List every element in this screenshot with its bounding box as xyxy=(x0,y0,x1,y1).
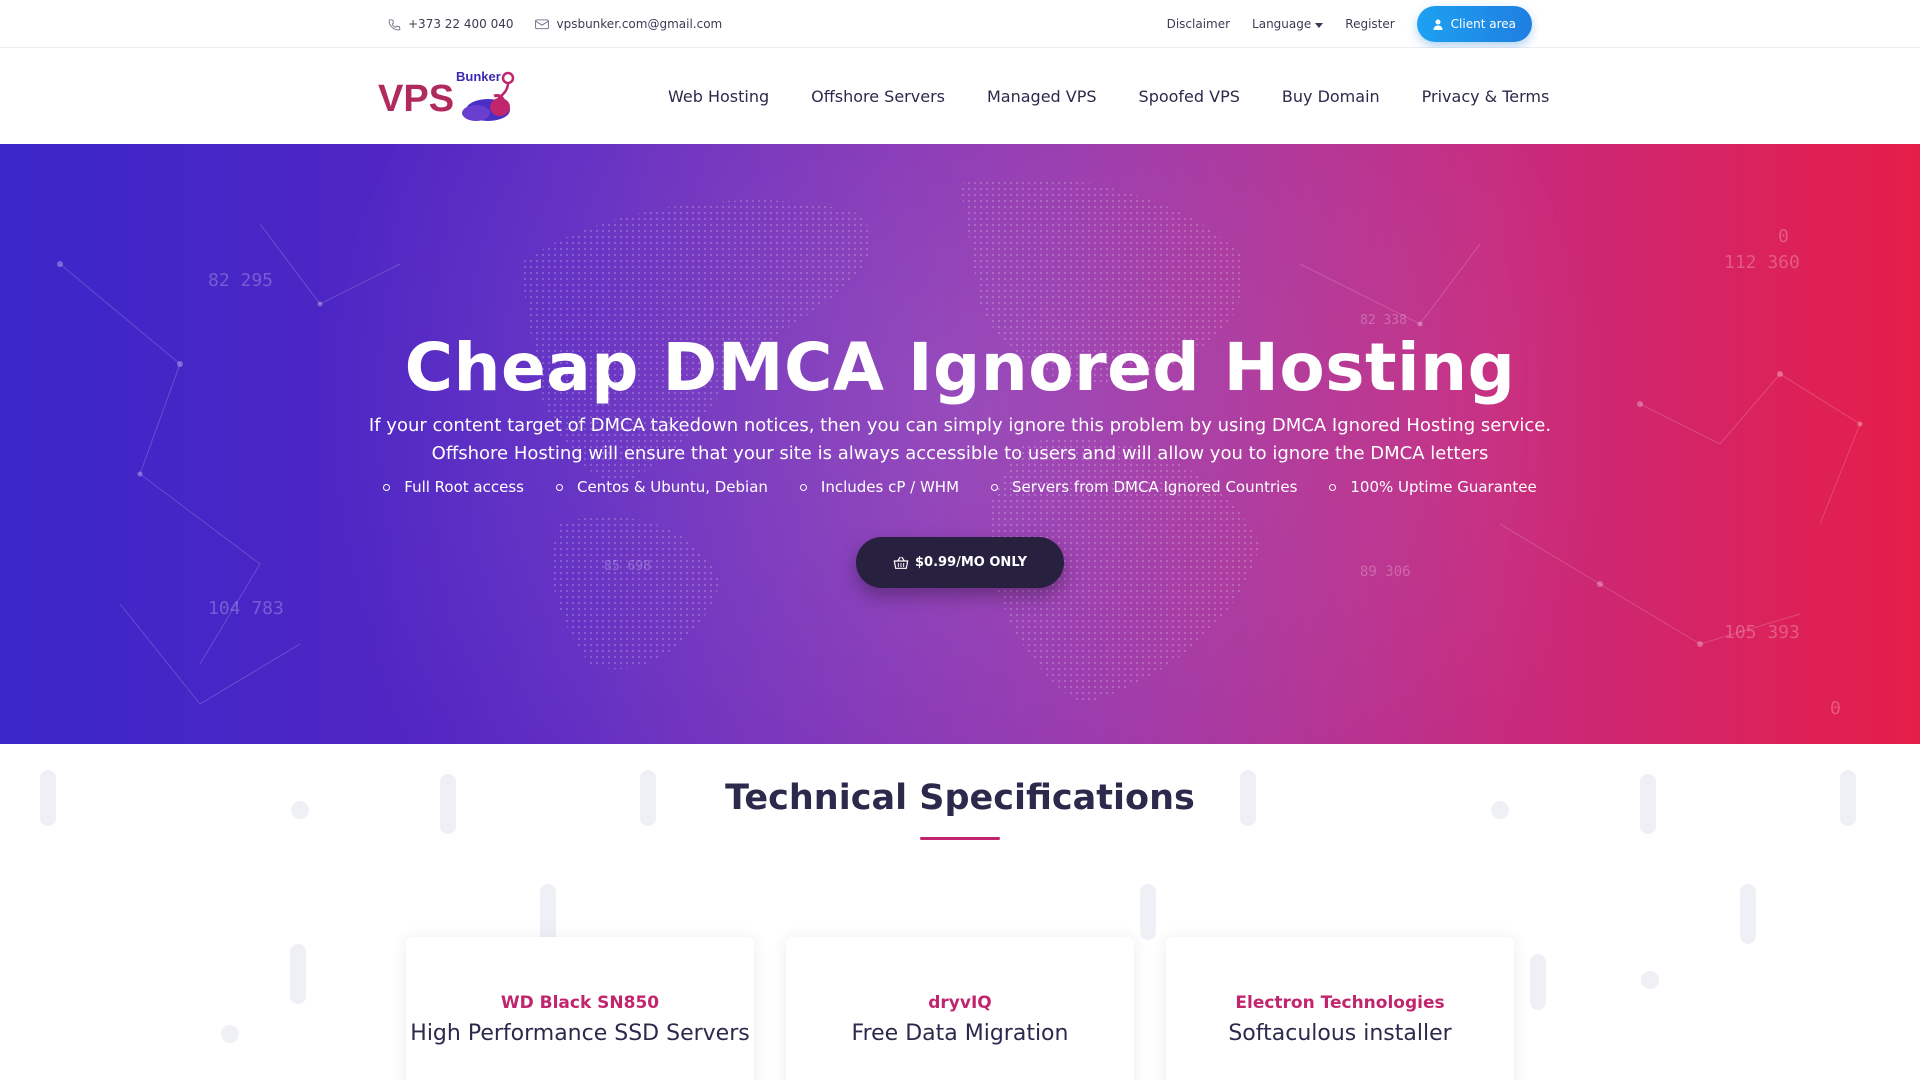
price-cta-button[interactable]: $0.99/MO ONLY xyxy=(856,537,1064,588)
bg-number: 0 xyxy=(1778,226,1789,247)
feature-item: Centos & Ubuntu, Debian xyxy=(555,478,768,496)
phone-contact[interactable]: +373 22 400 040 xyxy=(388,17,513,31)
spec-card[interactable]: WD Black SN850 High Performance SSD Serv… xyxy=(406,937,754,1080)
spec-card-title: High Performance SSD Servers xyxy=(410,1021,750,1046)
spec-card-title: Free Data Migration xyxy=(851,1021,1069,1046)
envelope-icon xyxy=(535,19,550,30)
bg-number: 82 295 xyxy=(208,270,273,291)
feature-item: Servers from DMCA Ignored Countries xyxy=(991,478,1297,496)
logo-graphic: VPS Bunker xyxy=(378,69,515,121)
spec-card-brand: WD Black SN850 xyxy=(500,993,660,1013)
nav-buy-domain[interactable]: Buy Domain xyxy=(1282,87,1380,106)
feature-list: Full Root access Centos & Ubuntu, Debian… xyxy=(0,478,1920,496)
nav-web-hosting[interactable]: Web Hosting xyxy=(668,87,769,106)
top-bar: +373 22 400 040 vpsbunker.com@gmail.com … xyxy=(0,0,1920,48)
feature-item: 100% Uptime Guarantee xyxy=(1329,478,1537,496)
feature-item: Includes cP / WHM xyxy=(799,478,960,496)
spec-card-title: Softaculous installer xyxy=(1228,1021,1452,1046)
hero-subtitle: If your content target of DMCA takedown … xyxy=(0,412,1920,468)
bullet-icon xyxy=(383,483,391,491)
hero-title: Cheap DMCA Ignored Hosting xyxy=(404,329,1516,406)
logo-bunker-text: Bunker xyxy=(456,69,501,84)
feature-label: Servers from DMCA Ignored Countries xyxy=(1012,478,1298,496)
spec-card[interactable]: Electron Technologies Softaculous instal… xyxy=(1166,937,1514,1080)
hero-subtitle-line: If your content target of DMCA takedown … xyxy=(368,415,1552,436)
caret-down-icon xyxy=(1315,22,1324,28)
client-area-label: Client area xyxy=(1450,17,1516,31)
disclaimer-link[interactable]: Disclaimer xyxy=(1167,17,1230,31)
client-area-button[interactable]: Client area xyxy=(1416,6,1532,42)
nav-spoofed-vps[interactable]: Spoofed VPS xyxy=(1139,87,1240,106)
bg-number: 85 698 xyxy=(604,559,651,574)
bg-number: 89 306 xyxy=(1360,564,1411,580)
language-label: Language xyxy=(1252,17,1312,31)
nav-managed-vps[interactable]: Managed VPS xyxy=(987,87,1097,106)
nav-privacy-terms[interactable]: Privacy & Terms xyxy=(1422,87,1550,106)
primary-nav: Web Hosting Offshore Servers Managed VPS… xyxy=(668,48,1549,144)
bg-number: 112 360 xyxy=(1724,252,1800,273)
feature-label: 100% Uptime Guarantee xyxy=(1350,478,1537,496)
bg-number: 105 393 xyxy=(1724,622,1800,643)
feature-label: Centos & Ubuntu, Debian xyxy=(576,478,768,496)
hero-subtitle-line: Offshore Hosting will ensure that your s… xyxy=(431,443,1489,464)
user-icon xyxy=(1433,19,1443,30)
bg-number: 82 338 xyxy=(1360,313,1407,328)
bullet-icon xyxy=(555,483,563,491)
register-link[interactable]: Register xyxy=(1345,17,1394,31)
nav-offshore-servers[interactable]: Offshore Servers xyxy=(811,87,945,106)
logo-vps-text: VPS xyxy=(378,78,454,120)
bg-number: 104 783 xyxy=(208,598,284,619)
basket-icon xyxy=(893,556,909,569)
price-cta-label: $0.99/MO ONLY xyxy=(915,555,1027,570)
spec-card-brand: dryvIQ xyxy=(928,993,992,1013)
main-navbar: VPS Bunker Web Hosting Offshore Servers … xyxy=(0,48,1920,144)
technical-specifications-section: Technical Specifications WD Black SN850 … xyxy=(0,744,1920,1080)
bullet-icon xyxy=(799,483,807,491)
email-contact[interactable]: vpsbunker.com@gmail.com xyxy=(535,17,722,31)
bg-number: 0 xyxy=(1830,698,1841,719)
section-title: Technical Specifications xyxy=(725,778,1195,818)
hero-banner: 82 295 82 338 112 360 0 104 783 85 698 8… xyxy=(0,144,1920,744)
bullet-icon xyxy=(1329,483,1337,491)
phone-icon xyxy=(388,18,401,30)
bullet-icon xyxy=(991,483,999,491)
email-address: vpsbunker.com@gmail.com xyxy=(556,17,723,31)
feature-item: Full Root access xyxy=(383,478,524,496)
language-dropdown[interactable]: Language xyxy=(1252,17,1324,31)
feature-label: Includes cP / WHM xyxy=(820,478,960,496)
spec-card-brand: Electron Technologies xyxy=(1235,993,1445,1013)
feature-label: Full Root access xyxy=(404,478,524,496)
spec-card[interactable]: dryvIQ Free Data Migration xyxy=(786,937,1134,1080)
title-underline xyxy=(920,837,1000,840)
site-logo[interactable]: VPS Bunker xyxy=(376,66,526,126)
phone-number: +373 22 400 040 xyxy=(408,17,514,31)
